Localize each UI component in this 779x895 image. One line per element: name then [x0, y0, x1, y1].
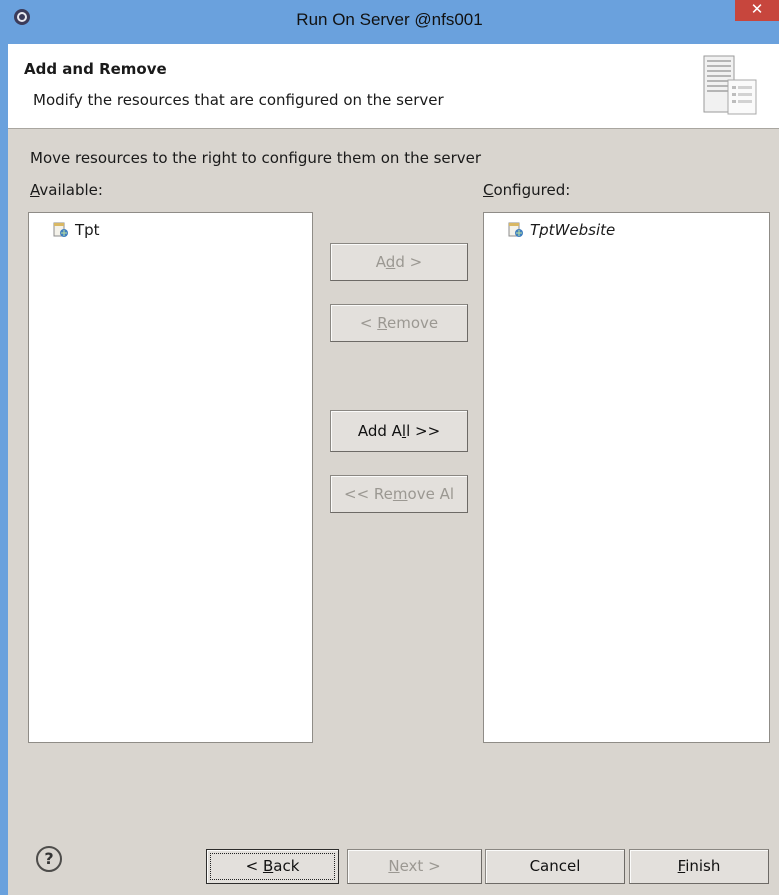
- list-item[interactable]: TptWebsite: [508, 221, 615, 239]
- list-item[interactable]: Tpt: [53, 221, 100, 239]
- next-button[interactable]: Next >: [347, 849, 482, 884]
- close-button[interactable]: ✕: [735, 0, 779, 21]
- available-list[interactable]: Tpt: [28, 212, 313, 743]
- remove-all-button[interactable]: << Remove Al: [330, 475, 468, 513]
- add-button[interactable]: Add >: [330, 243, 468, 281]
- focus-ring: < Back: [210, 853, 335, 880]
- page-description: Modify the resources that are configured…: [33, 91, 444, 109]
- list-item-label: Tpt: [75, 221, 100, 239]
- configured-list[interactable]: TptWebsite: [483, 212, 770, 743]
- window-title: Run On Server @nfs001: [296, 10, 483, 29]
- instructions-label: Move resources to the right to configure…: [30, 149, 482, 167]
- list-item-label: TptWebsite: [530, 221, 616, 239]
- back-button[interactable]: < Back: [206, 849, 339, 884]
- finish-button[interactable]: Finish: [629, 849, 769, 884]
- dialog-window: Run On Server @nfs001 ✕ Add and Remove M…: [0, 0, 779, 895]
- available-label: Available:: [30, 181, 103, 199]
- title-bar[interactable]: Run On Server @nfs001 ✕: [0, 0, 779, 44]
- page-title: Add and Remove: [24, 60, 167, 78]
- cancel-button[interactable]: Cancel: [485, 849, 625, 884]
- configured-label: Configured:: [483, 181, 571, 199]
- add-all-button[interactable]: Add All >>: [330, 410, 468, 452]
- dialog-body: Add and Remove Modify the resources that…: [8, 44, 779, 895]
- web-module-icon: [53, 222, 68, 237]
- remove-button[interactable]: < Remove: [330, 304, 468, 342]
- web-module-icon: [508, 222, 523, 237]
- server-resources-icon: [703, 55, 757, 115]
- wizard-header: Add and Remove Modify the resources that…: [8, 44, 779, 129]
- help-icon[interactable]: ?: [36, 846, 62, 872]
